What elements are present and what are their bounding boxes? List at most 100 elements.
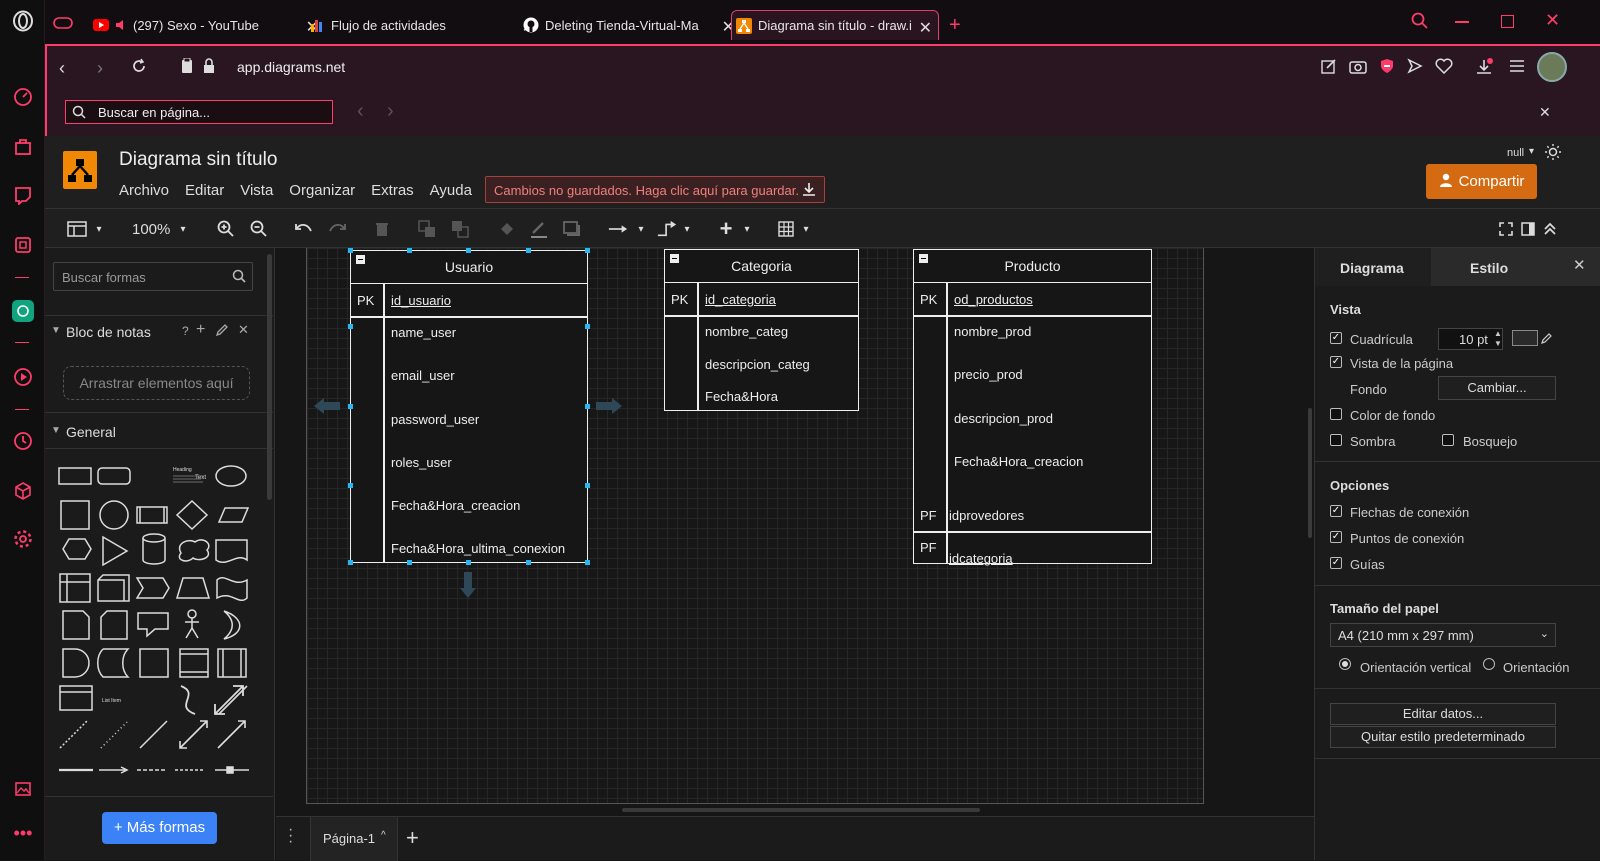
close-find-icon[interactable]: ✕ [1539,104,1551,121]
er-table-producto[interactable]: Producto PK od_productos nombre_prod pre… [913,249,1152,566]
fill-color-icon[interactable] [497,219,517,239]
guides-checkbox[interactable]: ✓ [1330,557,1342,569]
general-shapes-grid[interactable]: Text Heading List Item [55,458,255,798]
history-icon[interactable] [12,430,34,452]
more-shapes-button[interactable]: + Más formas [102,812,217,844]
player-icon[interactable] [12,234,34,256]
diagram-canvas[interactable]: Usuario PK id_usuario name_user email_us… [276,248,1314,816]
speaker-icon[interactable] [115,17,129,33]
resize-handle[interactable] [348,483,353,488]
lock-icon[interactable] [203,58,215,79]
search-tabs-icon[interactable] [1411,12,1429,35]
connection-points-checkbox[interactable]: ✓ [1330,531,1342,543]
general-title[interactable]: General [66,424,116,440]
chevron-down-icon[interactable]: ▾ [631,219,651,239]
to-back-icon[interactable] [450,219,470,239]
portrait-radio[interactable] [1339,658,1351,670]
menu-archivo[interactable]: Archivo [119,182,169,199]
connect-down-arrow-icon[interactable] [458,570,478,600]
toggle-panel-icon[interactable] [1518,219,1538,239]
theme-sun-icon[interactable] [1544,143,1562,166]
bg-color-checkbox[interactable] [1330,408,1342,420]
resize-handle[interactable] [348,324,353,329]
close-tab-icon[interactable]: ✕ [919,18,932,38]
find-prev-icon[interactable]: ‹ [357,100,364,123]
er-table-usuario[interactable]: Usuario PK id_usuario name_user email_us… [350,250,588,563]
menu-extras[interactable]: Extras [371,182,414,199]
clear-default-style-button[interactable]: Quitar estilo predeterminado [1330,726,1556,748]
delete-icon[interactable] [372,219,392,239]
resize-handle[interactable] [407,560,412,565]
drawio-logo-icon[interactable] [63,151,97,189]
stepper-icon[interactable]: ▲ ▼ [1494,329,1502,349]
tab-drawio[interactable]: Diagrama sin título - draw.i ✕ [731,10,939,40]
find-input[interactable]: Buscar en página... [65,100,333,124]
easy-setup-icon[interactable] [1509,59,1525,78]
resize-handle[interactable] [526,248,531,253]
close-panel-icon[interactable]: ✕ [1573,256,1586,274]
twitch-icon[interactable] [12,184,34,206]
chevron-down-icon[interactable]: ▼ [51,325,61,336]
connection-arrow-icon[interactable] [608,219,628,239]
shadow-checkbox[interactable] [1330,434,1342,446]
sketch-checkbox[interactable] [1442,434,1454,446]
resize-handle[interactable] [407,248,412,253]
tab-github[interactable]: Deleting Tienda-Virtual-Ma ✕ [519,10,735,40]
camera-icon[interactable] [1349,58,1367,79]
resize-handle[interactable] [585,560,590,565]
fullscreen-icon[interactable] [1496,219,1516,239]
change-background-button[interactable]: Cambiar... [1438,376,1556,400]
chatgpt-icon[interactable] [12,300,34,322]
download-icon[interactable] [1475,58,1493,81]
resize-handle[interactable] [585,248,590,253]
share-button[interactable]: Compartir [1426,164,1537,199]
pages-menu-icon[interactable]: · · · [288,822,293,850]
shopping-icon[interactable] [12,136,34,158]
edit-data-button[interactable]: Editar datos... [1330,703,1556,725]
heart-icon[interactable] [1435,58,1453,79]
page-view-checkbox[interactable]: ✓ [1330,356,1342,368]
vertical-scrollbar[interactable] [1308,408,1312,538]
chevron-down-icon[interactable]: ▾ [173,219,193,239]
music-player-icon[interactable] [12,366,34,388]
opera-logo-icon[interactable] [12,10,34,32]
url-text[interactable]: app.diagrams.net [237,59,345,75]
format-panel-icon[interactable] [67,219,87,239]
close-icon[interactable]: ✕ [238,322,249,338]
line-color-icon[interactable] [529,219,549,239]
eyedropper-icon[interactable] [1541,331,1553,349]
chevron-down-icon[interactable]: ▼ [51,425,61,436]
scratchpad-title[interactable]: Bloc de notas [66,324,151,340]
grid-checkbox[interactable]: ✓ [1330,332,1342,344]
edit-pencil-icon[interactable] [215,323,228,341]
avatar[interactable] [1537,52,1567,82]
menu-organizar[interactable]: Organizar [289,182,355,199]
page-tab[interactable]: Página-1 ^ [310,817,398,861]
collapse-icon[interactable] [1540,219,1560,239]
resize-handle[interactable] [585,404,590,409]
resize-handle[interactable] [348,560,353,565]
grid-color-swatch[interactable] [1512,330,1538,346]
scrollbar[interactable] [267,254,272,500]
tab-youtube[interactable]: (297) Sexo - YouTube ✕ [89,10,319,40]
find-next-icon[interactable]: › [387,100,394,123]
resize-handle[interactable] [585,324,590,329]
connect-right-arrow-icon[interactable] [594,396,624,416]
adblock-shield-icon[interactable] [1379,58,1395,79]
paper-size-select[interactable]: A4 (210 mm x 297 mm) ⌄ [1330,623,1556,647]
menu-editar[interactable]: Editar [185,182,224,199]
minimize-icon[interactable] [1455,21,1469,23]
settings-gear-icon[interactable] [12,528,34,550]
waypoints-icon[interactable] [657,219,677,239]
er-table-categoria[interactable]: Categoria PK id_categoria nombre_categ d… [664,249,859,411]
zoom-in-icon[interactable] [216,219,236,239]
gallery-icon[interactable] [12,778,34,800]
add-page-icon[interactable]: + [406,825,419,851]
unsaved-changes-button[interactable]: Cambios no guardados. Haga clic aquí par… [485,176,825,203]
resize-handle[interactable] [466,560,471,565]
chevron-down-icon[interactable]: ▾ [1529,146,1534,157]
insert-plus-icon[interactable]: + [716,216,736,241]
grid-size-input[interactable]: 10 pt ▲ ▼ [1438,328,1503,350]
gamepad-icon[interactable] [53,16,73,35]
edit-page-icon[interactable] [1321,58,1337,79]
